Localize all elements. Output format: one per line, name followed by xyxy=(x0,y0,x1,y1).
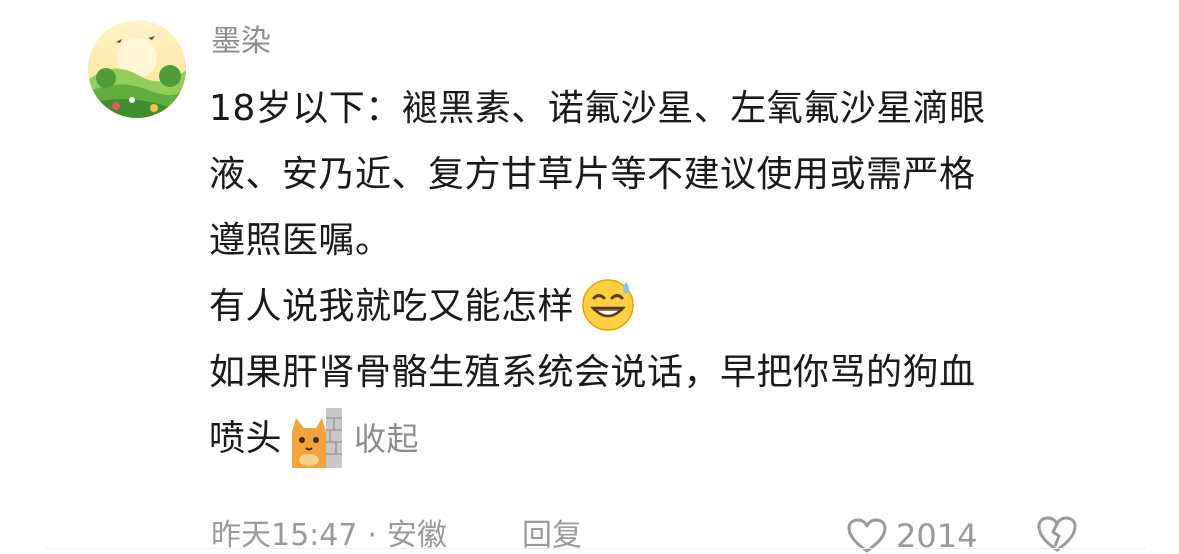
comment-line: 18岁以下：褪黑素、诺氟沙星、左氧氟沙星滴眼 xyxy=(209,88,986,129)
comment-line: 遵照医嘱。 xyxy=(209,220,392,261)
comment-body: 18岁以下：褪黑素、诺氟沙星、左氧氟沙星滴眼 液、安乃近、复方甘草片等不建议使用… xyxy=(209,76,1089,472)
collapse-button[interactable]: 收起 xyxy=(354,420,419,458)
cat-peeking-wall-emoji-icon xyxy=(288,408,344,468)
author-name[interactable]: 墨染 xyxy=(211,22,271,62)
comment-line: 如果肝肾骨骼生殖系统会说话，早把你骂的狗血 xyxy=(209,352,976,393)
comment-line-with-emoji: 喷头 收起 xyxy=(209,406,1089,472)
divider xyxy=(46,548,1146,549)
avatar-landscape-icon xyxy=(88,20,186,118)
grinning-sweat-emoji-icon xyxy=(580,276,636,332)
comment-line: 有人说我就吃又能怎样 xyxy=(209,286,575,327)
avatar[interactable] xyxy=(88,20,186,118)
comment-line-with-emoji: 有人说我就吃又能怎样 xyxy=(209,274,1089,340)
comment-line: 液、安乃近、复方甘草片等不建议使用或需严格 xyxy=(209,154,976,195)
comment-line: 喷头 xyxy=(209,418,283,459)
comment-card: 墨染 18岁以下：褪黑素、诺氟沙星、左氧氟沙星滴眼 液、安乃近、复方甘草片等不建… xyxy=(0,0,1179,554)
